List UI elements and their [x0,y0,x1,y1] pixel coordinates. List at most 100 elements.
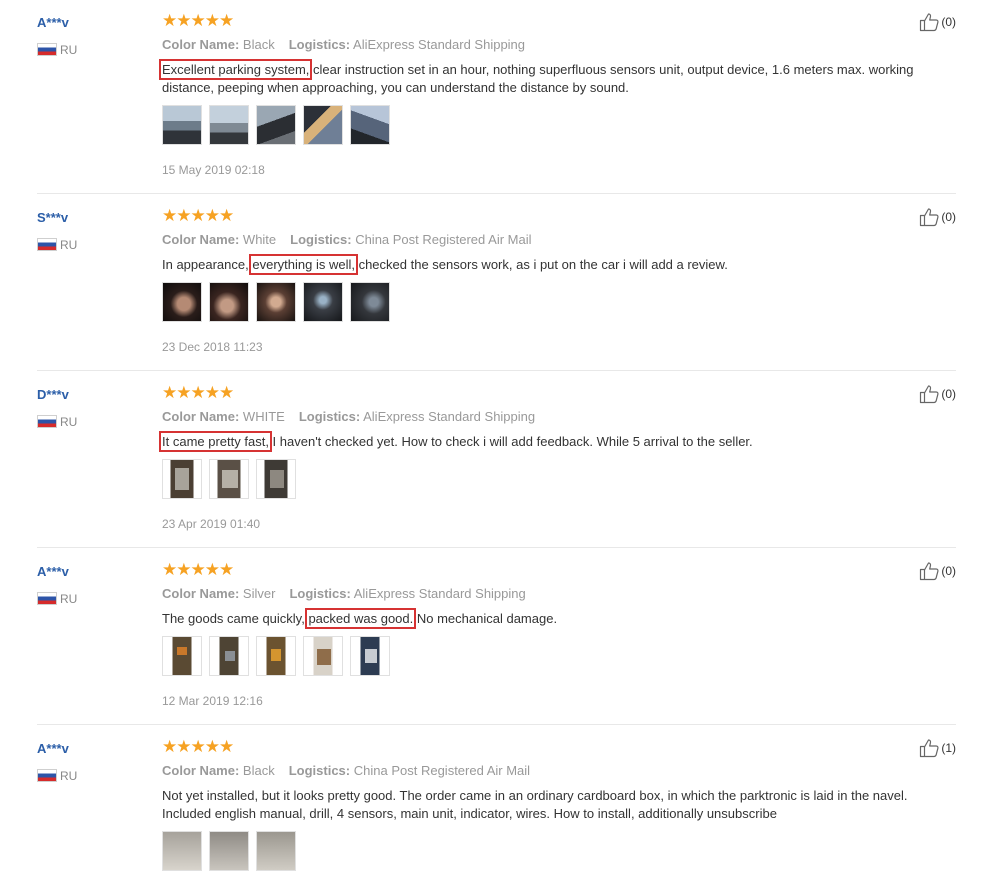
review-text: It came pretty fast, I haven't checked y… [159,431,956,452]
review-photo-thumbnail[interactable] [350,282,390,322]
reviewer-name[interactable]: A***v [37,741,69,756]
review-photos [162,105,397,145]
review-photo-thumbnail[interactable] [209,105,249,145]
review-photo-thumbnail[interactable] [303,105,343,145]
review-photo-thumbnail[interactable] [256,831,296,871]
review-photo-thumbnail[interactable] [162,105,202,145]
country-code: RU [60,768,78,783]
highlighted-phrase: It came pretty fast, [159,431,272,452]
flag-icon [37,592,57,606]
country-code: RU [60,42,78,57]
review-text: Excellent parking system, clear instruct… [158,59,956,97]
review-photo-thumbnail[interactable] [209,459,249,499]
star-rating: ★★★★★ [162,206,234,225]
review-photo-thumbnail[interactable] [209,831,249,871]
logistics-label: Logistics: [290,232,352,247]
logistics-value: AliExpress Standard Shipping [363,409,536,424]
review-text: The goods came quickly, packed was good.… [162,608,956,629]
logistics-label: Logistics: [289,586,351,601]
highlighted-phrase: everything is well, [249,254,358,275]
flag-icon [37,769,57,783]
review-photo-thumbnail[interactable] [350,636,390,676]
helpful-button[interactable]: (0) [919,12,956,32]
review-meta: Color Name: WHITE Logistics: AliExpress S… [162,409,535,424]
reviewer-name[interactable]: A***v [37,564,69,579]
review-photo-thumbnail[interactable] [209,282,249,322]
reviewer-country: RU [37,41,78,57]
review-photo-thumbnail[interactable] [350,105,390,145]
review-photo-thumbnail[interactable] [256,105,296,145]
highlighted-phrase: packed was good. [305,608,417,629]
review-photos [162,831,303,871]
review-text-start: The goods came quickly, [162,611,309,626]
review-photo-thumbnail[interactable] [303,282,343,322]
helpful-count: (0) [941,387,956,401]
country-code: RU [60,591,78,606]
review-meta: Color Name: Black Logistics: China Post R… [162,763,530,778]
helpful-count: (1) [941,741,956,755]
country-code: RU [60,237,78,252]
review-photos [162,636,397,676]
logistics-label: Logistics: [288,37,351,52]
color-name-value: Black [242,763,275,778]
logistics-label: Logistics: [298,409,361,424]
logistics-value: AliExpress Standard Shipping [353,586,526,601]
review-item: A***v RU ★★★★★ Color Name: Black Logistic… [37,737,956,871]
reviewer-country: RU [37,767,78,783]
review-meta: Color Name: White Logistics: China Post R… [162,232,532,247]
reviewer-country: RU [37,413,77,429]
helpful-button[interactable]: (0) [919,207,956,227]
review-photo-thumbnail[interactable] [162,459,202,499]
star-rating: ★★★★★ [162,737,234,756]
review-photo-thumbnail[interactable] [303,636,343,676]
star-rating: ★★★★★ [162,560,234,579]
color-name-label: Color Name: [162,409,240,424]
review-photo-thumbnail[interactable] [256,459,296,499]
thumbs-up-icon [920,13,939,32]
flag-icon [37,415,57,429]
color-name-value: Silver [242,586,276,601]
logistics-label: Logistics: [288,763,351,778]
review-date: 15 May 2019 02:18 [162,163,265,177]
logistics-value: AliExpress Standard Shipping [353,37,526,52]
thumbs-up-icon [920,562,939,581]
flag-icon [37,43,57,57]
helpful-button[interactable]: (1) [919,738,956,758]
review-text-rest: checked the sensors work, as i put on th… [354,257,728,272]
helpful-button[interactable]: (0) [919,384,956,404]
review-meta: Color Name: Black Logistics: AliExpress S… [162,37,525,52]
review-date: 23 Apr 2019 01:40 [162,517,261,531]
review-item: A***v RU ★★★★★ Color Name: Silver Logisti… [37,560,956,725]
helpful-button[interactable]: (0) [919,561,956,581]
review-photo-thumbnail[interactable] [256,636,296,676]
review-item: D***v RU ★★★★★ Color Name: WHITE Logistic… [37,383,956,548]
color-name-label: Color Name: [162,763,240,778]
helpful-count: (0) [941,15,956,29]
review-meta: Color Name: Silver Logistics: AliExpress … [162,586,526,601]
reviewer-name[interactable]: D***v [37,387,69,402]
review-photo-thumbnail[interactable] [162,831,202,871]
review-photo-thumbnail[interactable] [162,636,202,676]
highlighted-phrase: Excellent parking system, [158,59,313,80]
reviewer-name[interactable]: A***v [37,15,69,30]
review-date: 12 Mar 2019 12:16 [162,694,263,708]
color-name-value: WHITE [242,409,285,424]
review-text: Not yet installed, but it looks pretty g… [162,788,908,821]
review-text-rest: No mechanical damage. [413,611,558,626]
review-photo-thumbnail[interactable] [256,282,296,322]
color-name-label: Color Name: [162,586,240,601]
color-name-value: Black [242,37,275,52]
color-name-label: Color Name: [162,232,240,247]
review-photos [162,459,303,499]
review-text-rest: I haven't checked yet. How to check i wi… [268,434,753,449]
review-date: 23 Dec 2018 11:23 [162,340,263,354]
review-item: S***v RU ★★★★★ Color Name: White Logistic… [37,206,956,371]
flag-icon [37,238,57,252]
color-name-value: White [242,232,277,247]
review-feed: A***v RU ★★★★★ Color Name: Black Logistic… [0,0,992,871]
review-text: In appearance, everything is well, check… [162,254,956,275]
review-photo-thumbnail[interactable] [162,282,202,322]
review-photo-thumbnail[interactable] [209,636,249,676]
reviewer-name[interactable]: S***v [37,210,68,225]
helpful-count: (0) [941,210,956,224]
